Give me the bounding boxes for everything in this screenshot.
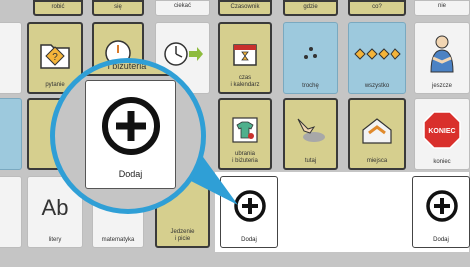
zoomed-strip-label: i biżuteria [107,61,147,71]
zoomed-add-label: Dodaj [118,169,143,179]
zoomed-add-button: Dodaj [85,80,176,189]
plus-circle-icon [102,97,160,155]
magnifier-lens: i biżuteria Dodaj [50,58,206,214]
